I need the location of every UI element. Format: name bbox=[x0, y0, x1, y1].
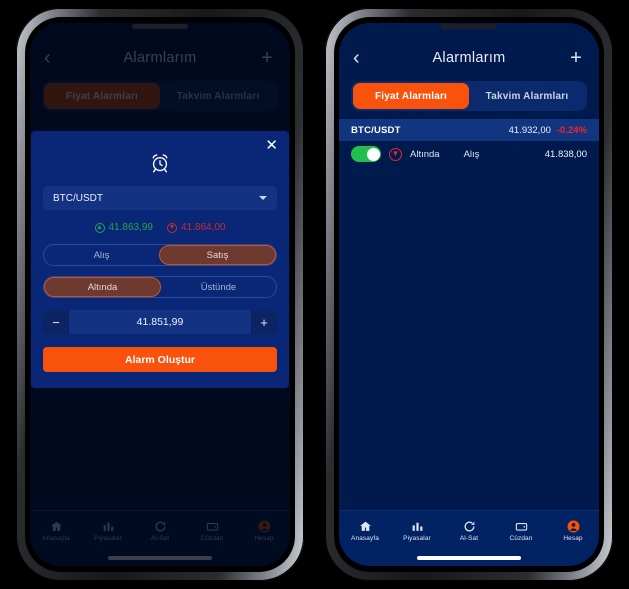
segment-alis[interactable]: Alış bbox=[44, 245, 159, 265]
segment-altinda[interactable]: Altında bbox=[44, 277, 161, 297]
phone-right: ‹ Alarmlarım + Fiyat Alarmları Takvim Al… bbox=[325, 8, 613, 581]
pair-price: 41.932,00 bbox=[508, 124, 551, 136]
wallet-icon bbox=[515, 519, 528, 533]
direction-segmented-control: Altında Üstünde bbox=[43, 276, 277, 298]
phone-left: ‹ Alarmlarım + Fiyat Alarmları Takvim Al… bbox=[16, 8, 304, 581]
chevron-down-icon bbox=[259, 196, 267, 200]
pair-header-row[interactable]: BTC/USDT 41.932,00 -0.24% bbox=[339, 119, 599, 141]
stepper-value[interactable]: 41.851,99 bbox=[69, 316, 251, 328]
alarm-list: BTC/USDT 41.932,00 -0.24% ▼ Altında Alış… bbox=[339, 111, 599, 510]
home-indicator bbox=[417, 556, 521, 560]
bid-price: ▲ 41.863,99 bbox=[94, 222, 154, 233]
nav-label-al-sat: Al-Sat bbox=[459, 535, 479, 542]
arrow-down-circle-icon: ▼ bbox=[389, 147, 402, 161]
bar-chart-icon bbox=[411, 519, 424, 533]
pair-select[interactable]: BTC/USDT bbox=[43, 186, 277, 210]
alarm-list-screen: ‹ Alarmlarım + Fiyat Alarmları Takvim Al… bbox=[339, 23, 599, 566]
back-chevron-icon[interactable]: ‹ bbox=[353, 48, 375, 68]
refresh-icon bbox=[463, 519, 476, 533]
pair-stats: 41.932,00 -0.24% bbox=[509, 125, 587, 136]
stepper-increment-button[interactable]: + bbox=[251, 310, 277, 334]
side-segmented-control: Alış Satış bbox=[43, 244, 277, 266]
bid-price-value: 41.863,99 bbox=[108, 222, 154, 233]
phone-right-bezel: ‹ Alarmlarım + Fiyat Alarmları Takvim Al… bbox=[334, 17, 604, 572]
alarm-direction-label: Altında bbox=[410, 148, 440, 160]
tab-takvim-alarmlari[interactable]: Takvim Alarmları bbox=[469, 83, 585, 109]
plus-icon[interactable]: + bbox=[567, 48, 585, 68]
nav-item-anasayfa[interactable]: Anasayfa bbox=[339, 519, 391, 542]
home-indicator-area-right bbox=[339, 550, 599, 566]
create-alarm-button[interactable]: Alarm Oluştur bbox=[43, 347, 277, 372]
phone-left-bezel: ‹ Alarmlarım + Fiyat Alarmları Takvim Al… bbox=[25, 17, 295, 572]
page-title: Alarmlarım bbox=[432, 50, 506, 66]
nav-item-piyasalar[interactable]: Piyasalar bbox=[391, 519, 443, 542]
create-alarm-modal: ✕ BTC/USDT ▲ 41.863,99 ▼ 41.864,00 Alış … bbox=[31, 131, 289, 388]
price-quotes: ▲ 41.863,99 ▼ 41.864,00 bbox=[43, 222, 277, 233]
alarm-tabs-right: Fiyat Alarmları Takvim Alarmları bbox=[351, 81, 587, 111]
price-stepper: − 41.851,99 + bbox=[43, 310, 277, 334]
earpiece-speaker bbox=[132, 24, 188, 29]
earpiece-speaker-right bbox=[441, 24, 497, 29]
alarm-trigger-value: 41.838,00 bbox=[544, 148, 587, 160]
nav-item-al-sat[interactable]: Al-Sat bbox=[443, 519, 495, 542]
ask-price-value: 41.864,00 bbox=[181, 222, 226, 233]
stepper-decrement-button[interactable]: − bbox=[43, 310, 69, 334]
account-circle-icon bbox=[567, 519, 580, 533]
pair-symbol: BTC/USDT bbox=[351, 124, 401, 136]
home-icon bbox=[359, 519, 372, 533]
segment-satis[interactable]: Satış bbox=[159, 245, 276, 265]
toggle-knob bbox=[366, 147, 380, 161]
nav-label-cuzdan: Cüzdan bbox=[509, 535, 533, 542]
alarm-clock-icon bbox=[43, 152, 277, 174]
alarm-list-item[interactable]: ▼ Altında Alış 41.838,00 bbox=[339, 141, 599, 167]
phone-right-screen: ‹ Alarmlarım + Fiyat Alarmları Takvim Al… bbox=[339, 23, 599, 566]
alarm-side-label: Alış bbox=[463, 148, 480, 160]
tab-fiyat-alarmlari[interactable]: Fiyat Alarmları bbox=[353, 83, 469, 109]
close-icon[interactable]: ✕ bbox=[265, 138, 278, 153]
bottom-nav-right: Anasayfa Piyasalar Al-Sat Cüzdan Hesap bbox=[339, 510, 599, 550]
ask-price: ▼ 41.864,00 bbox=[167, 222, 226, 233]
nav-label-hesap: Hesap bbox=[563, 535, 583, 542]
pair-select-value: BTC/USDT bbox=[53, 192, 103, 204]
segment-ustunde[interactable]: Üstünde bbox=[161, 277, 276, 297]
arrow-down-circle-icon: ▼ bbox=[167, 222, 177, 233]
screenshot-stage: ‹ Alarmlarım + Fiyat Alarmları Takvim Al… bbox=[0, 0, 629, 589]
nav-label-anasayfa: Anasayfa bbox=[351, 535, 379, 542]
arrow-up-circle-icon: ▲ bbox=[94, 222, 105, 233]
nav-item-cuzdan[interactable]: Cüzdan bbox=[495, 519, 547, 542]
nav-item-hesap[interactable]: Hesap bbox=[547, 519, 599, 542]
alarm-toggle-switch[interactable] bbox=[351, 146, 381, 162]
nav-label-piyasalar: Piyasalar bbox=[403, 535, 431, 542]
top-bar-right: ‹ Alarmlarım + bbox=[339, 41, 599, 75]
pair-change: -0.24% bbox=[556, 124, 587, 136]
phone-left-screen: ‹ Alarmlarım + Fiyat Alarmları Takvim Al… bbox=[30, 23, 290, 566]
